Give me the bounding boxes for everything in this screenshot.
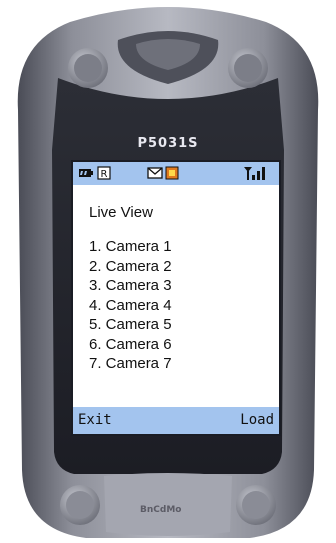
exit-softkey[interactable]: Exit bbox=[78, 412, 112, 428]
signal-icon bbox=[244, 167, 265, 180]
camera-item-3[interactable]: 3. Camera 3 bbox=[89, 276, 172, 296]
screen-content: Live View 1. Camera 1 2. Camera 2 3. Cam… bbox=[73, 185, 279, 411]
phone-screen: R Live View 1. Camera 1 2. Camera 2 3. C… bbox=[71, 160, 281, 436]
model-label: P5031S bbox=[137, 136, 199, 151]
camera-item-1[interactable]: 1. Camera 1 bbox=[89, 237, 172, 257]
r-badge-icon: R bbox=[97, 166, 111, 180]
camera-item-4[interactable]: 4. Camera 4 bbox=[89, 296, 172, 316]
camera-item-2[interactable]: 2. Camera 2 bbox=[89, 257, 172, 277]
camera-item-6[interactable]: 6. Camera 6 bbox=[89, 335, 172, 355]
svg-text:R: R bbox=[101, 169, 108, 180]
camera-item-5[interactable]: 5. Camera 5 bbox=[89, 315, 172, 335]
brand-logo: BnCdMo bbox=[140, 505, 182, 515]
envelope-icon bbox=[147, 167, 163, 179]
camera-list: 1. Camera 1 2. Camera 2 3. Camera 3 4. C… bbox=[89, 237, 172, 374]
softkey-bar: Exit Load bbox=[73, 407, 279, 434]
load-softkey[interactable]: Load bbox=[240, 412, 274, 428]
screen-title: Live View bbox=[89, 204, 153, 221]
status-bar: R bbox=[73, 162, 279, 185]
camera-item-7[interactable]: 7. Camera 7 bbox=[89, 354, 172, 374]
notification-icon bbox=[165, 166, 179, 180]
battery-icon bbox=[79, 169, 93, 177]
